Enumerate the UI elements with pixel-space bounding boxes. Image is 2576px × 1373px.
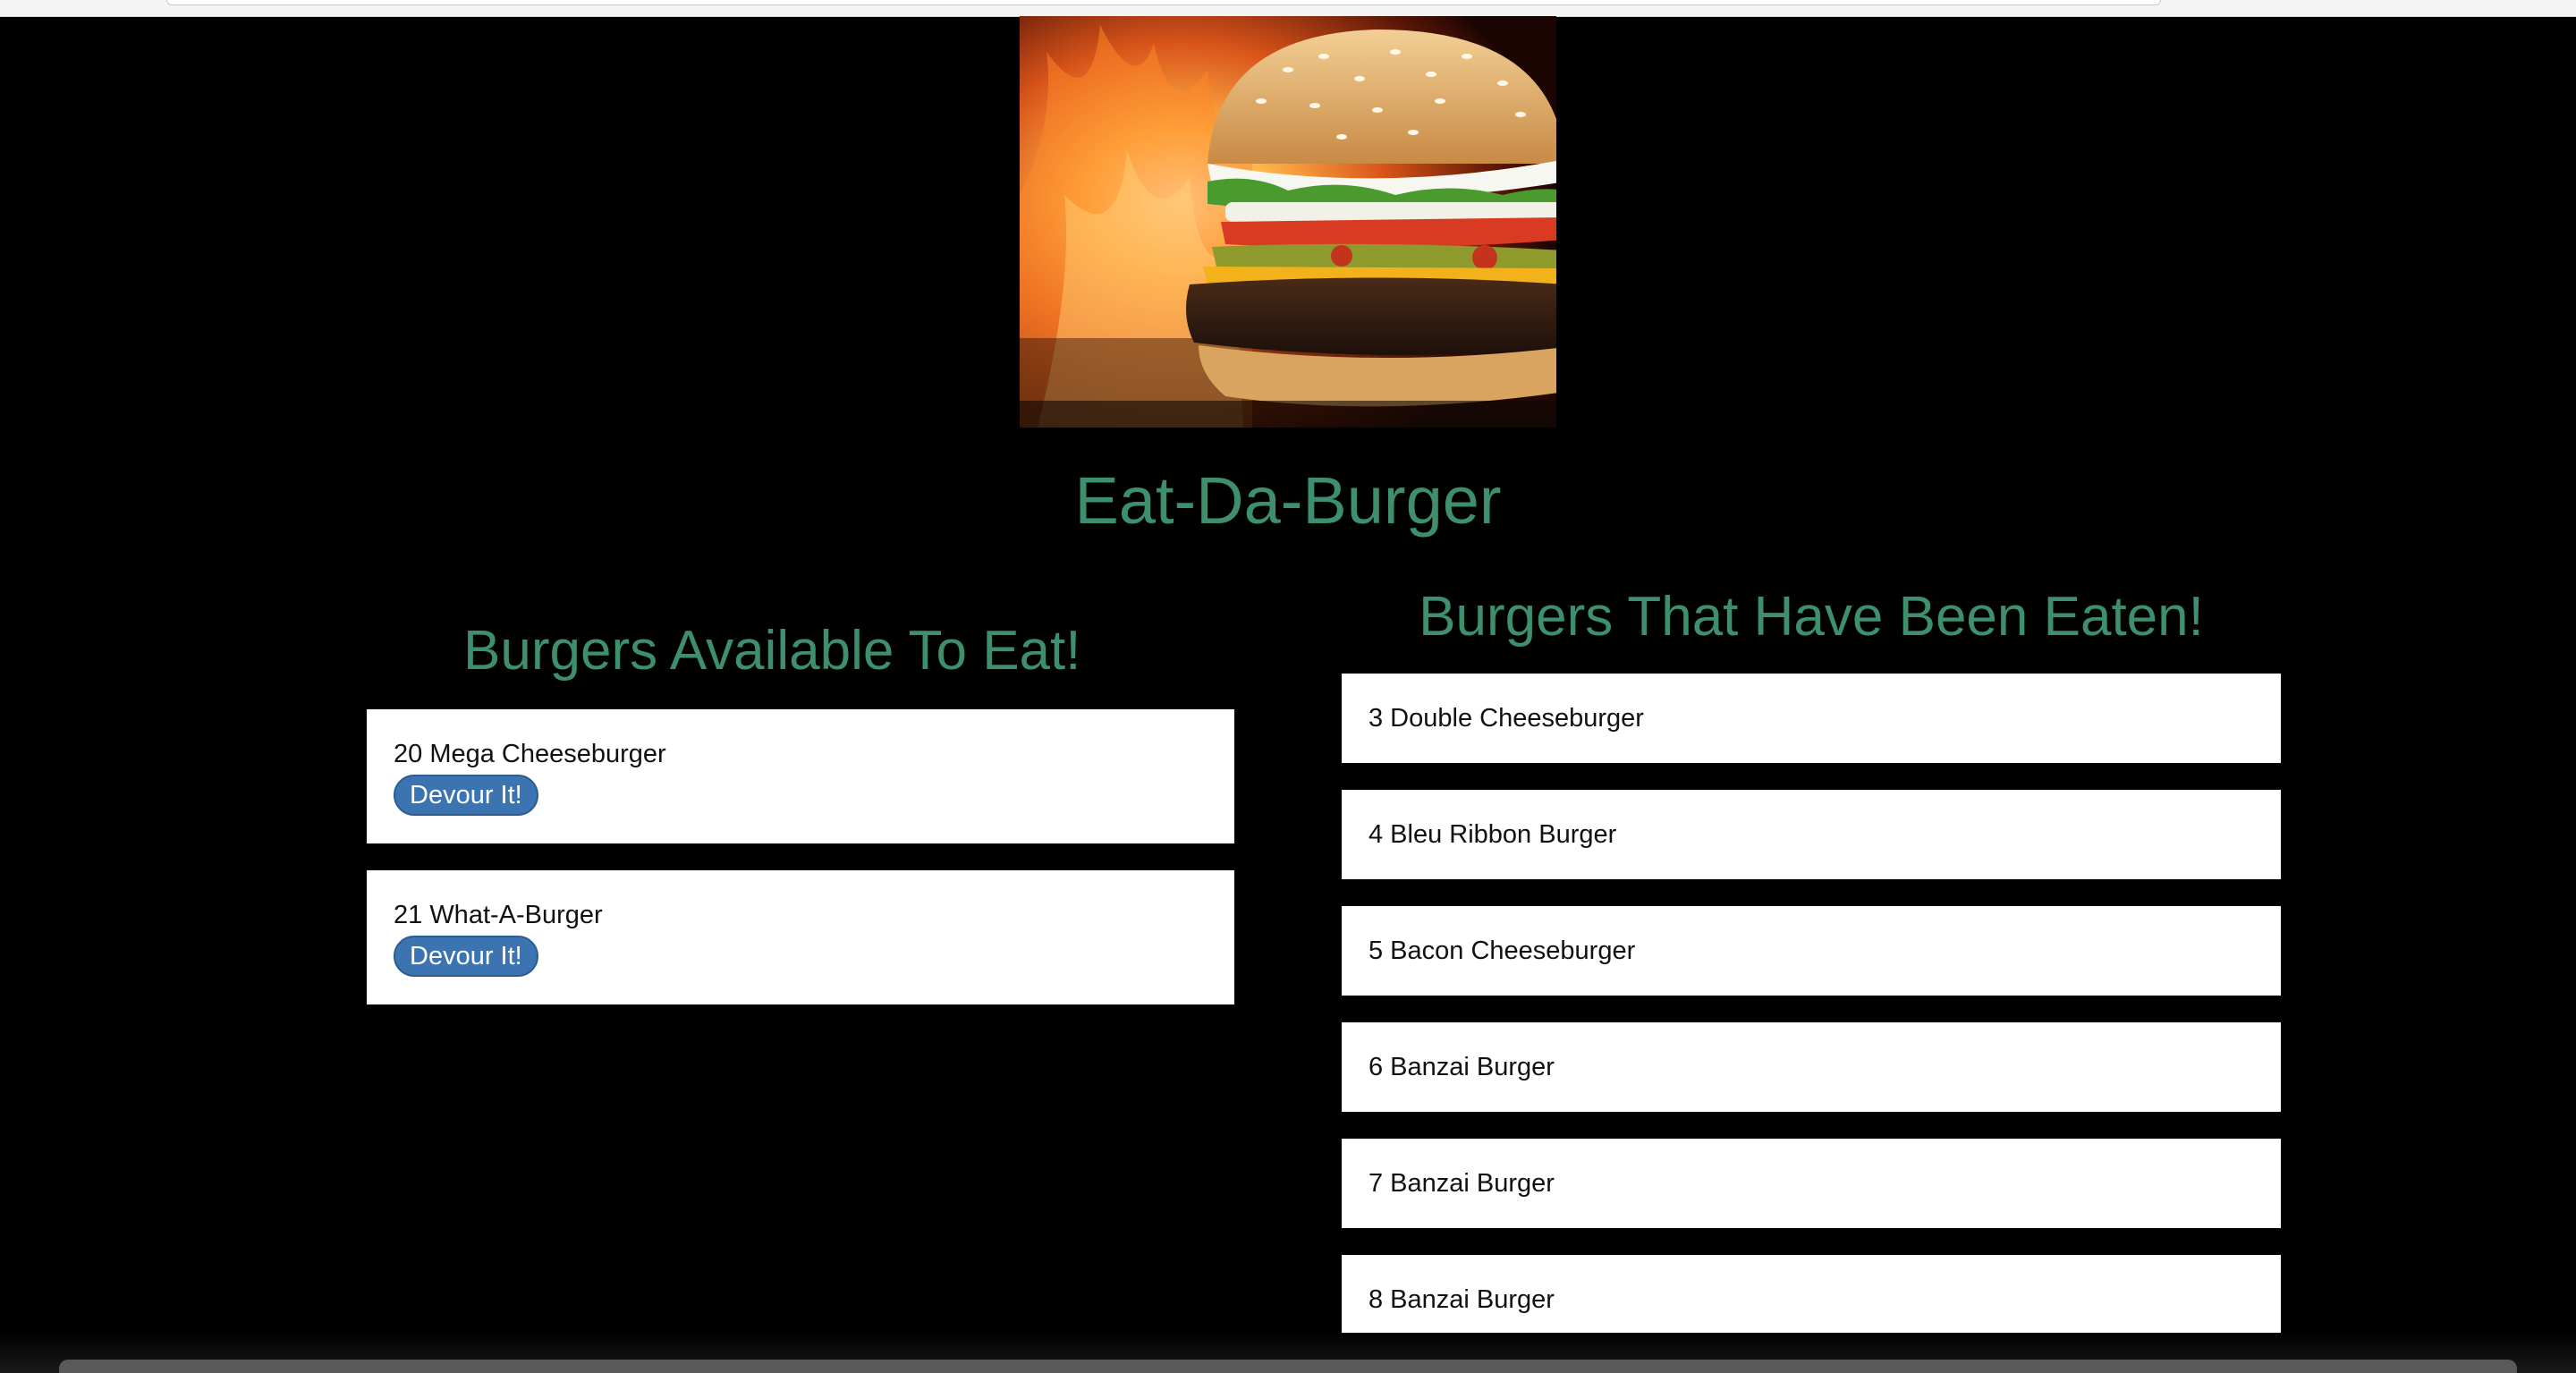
browser-toolbar bbox=[0, 0, 2576, 17]
burger-label: 6 Banzai Burger bbox=[1368, 1053, 1555, 1081]
eaten-burger-item: 5 Bacon Cheeseburger bbox=[1342, 906, 2281, 996]
burger-label: 21 What-A-Burger bbox=[394, 901, 603, 929]
burger-label: 20 Mega Cheeseburger bbox=[394, 740, 666, 768]
eaten-burger-item: 8 Banzai Burger bbox=[1342, 1255, 2281, 1344]
eaten-burger-item: 3 Double Cheeseburger bbox=[1342, 674, 2281, 763]
burger-label: 7 Banzai Burger bbox=[1368, 1169, 1555, 1198]
eaten-burger-item: 4 Bleu Ribbon Burger bbox=[1342, 790, 2281, 879]
devour-button[interactable]: Devour It! bbox=[394, 775, 538, 816]
address-bar[interactable] bbox=[166, 0, 2161, 5]
burger-label: 5 Bacon Cheeseburger bbox=[1368, 937, 1636, 965]
eaten-heading: Burgers That Have Been Eaten! bbox=[1419, 586, 2204, 648]
eaten-burger-item: 6 Banzai Burger bbox=[1342, 1022, 2281, 1112]
burger-hero-image bbox=[1020, 16, 1556, 428]
available-burger-item: 20 Mega Cheeseburger Devour It! bbox=[367, 709, 1234, 843]
devour-button[interactable]: Devour It! bbox=[394, 936, 538, 977]
page-title: Eat-Da-Burger bbox=[1074, 463, 1502, 538]
burger-label: 4 Bleu Ribbon Burger bbox=[1368, 820, 1617, 849]
available-burger-item: 21 What-A-Burger Devour It! bbox=[367, 870, 1234, 1004]
burger-label: 3 Double Cheeseburger bbox=[1368, 704, 1644, 733]
os-dock[interactable] bbox=[59, 1360, 2517, 1373]
burger-photo-icon bbox=[1020, 16, 1556, 428]
burger-label: 8 Banzai Burger bbox=[1368, 1285, 1555, 1314]
eaten-burger-item: 7 Banzai Burger bbox=[1342, 1139, 2281, 1228]
